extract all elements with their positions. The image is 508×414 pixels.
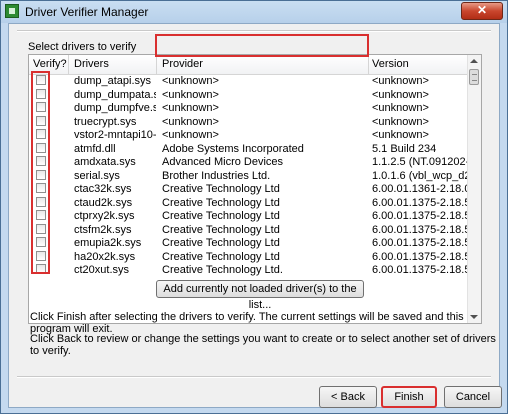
title-bar: Driver Verifier Manager ✕ [1, 1, 507, 23]
table-row[interactable]: atmfd.dll Adobe Systems Incorporated 5.1 B… [29, 142, 469, 157]
driver-name: serial.sys [74, 169, 120, 182]
driver-provider: <unknown> [162, 102, 219, 114]
driver-provider: <unknown> [162, 88, 219, 101]
column-divider[interactable] [156, 55, 157, 74]
driver-provider: Adobe Systems Incorporated [162, 142, 304, 155]
driver-provider: <unknown> [162, 115, 219, 128]
table-row[interactable]: emupia2k.sys Creative Technology Ltd 6.00.… [29, 237, 472, 251]
driver-version: <unknown> [372, 75, 429, 87]
table-row[interactable]: vstor2-mntapi10-sh... <unknown> <unknown> [29, 129, 469, 143]
driver-version: 6.00.01.1375-2.18.56... [372, 237, 472, 249]
driver-name: dump_dumpfve.sys [74, 102, 156, 114]
driver-name: ctprxy2k.sys [74, 210, 135, 222]
table-row[interactable]: amdxata.sys Advanced Micro Devices 1.1.2.5… [29, 156, 472, 170]
driver-name: dump_dumpata.sys [74, 88, 156, 101]
table-row[interactable]: dump_dumpfve.sys <unknown> <unknown> [29, 102, 469, 116]
driver-version: <unknown> [372, 102, 429, 114]
driver-version: 6.00.01.1361-2.18.05... [372, 183, 472, 195]
table-row[interactable]: ctaud2k.sys Creative Technology Ltd 6.00.0… [29, 196, 472, 211]
driver-version: 6.00.01.1375-2.18.56... [372, 264, 472, 276]
section-label: Select drivers to verify [28, 41, 137, 53]
driver-name: ctac32k.sys [74, 183, 132, 195]
table-row[interactable]: truecrypt.sys <unknown> <unknown> [29, 115, 469, 130]
column-header-verify[interactable]: Verify? [33, 58, 67, 70]
driver-version: 6.00.01.1375-2.18.56... [372, 210, 472, 222]
scroll-up-icon[interactable] [470, 59, 478, 63]
driver-name: vstor2-mntapi10-sh... [74, 129, 156, 141]
table-row[interactable]: ctprxy2k.sys Creative Technology Ltd 6.00.… [29, 210, 472, 224]
window-title: Driver Verifier Manager [25, 5, 149, 19]
driver-provider: <unknown> [162, 129, 219, 141]
back-button[interactable]: < Back [319, 386, 377, 408]
driver-name: ct20xut.sys [74, 264, 130, 276]
list-header: Verify? Drivers Provider Version [29, 55, 469, 75]
driver-version: 6.00.01.1375-2.18.56... [372, 223, 472, 236]
app-icon [5, 4, 19, 18]
scroll-thumb[interactable] [469, 69, 479, 85]
driver-name: dump_atapi.sys [74, 75, 152, 87]
driver-provider: Creative Technology Ltd [162, 223, 280, 236]
driver-provider: Creative Technology Ltd [162, 237, 280, 249]
driver-provider: Creative Technology Ltd [162, 210, 280, 222]
provider-header-highlight [155, 34, 369, 57]
driver-version: 6.00.01.1375-2.18.56... [372, 196, 472, 209]
top-divider [17, 30, 491, 32]
finish-button[interactable]: Finish [381, 386, 437, 408]
driver-version: 5.1 Build 234 [372, 142, 437, 155]
driver-version: 6.00.01.1375-2.18.56... [372, 250, 472, 263]
bottom-divider [17, 376, 491, 378]
close-button[interactable]: ✕ [461, 2, 503, 20]
driver-provider: Creative Technology Ltd [162, 183, 280, 195]
driver-name: ha20x2k.sys [74, 250, 136, 263]
driver-provider: Creative Technology Ltd [162, 196, 280, 209]
driver-provider: <unknown> [162, 75, 219, 87]
vertical-scrollbar[interactable] [467, 55, 481, 323]
table-row[interactable]: ha20x2k.sys Creative Technology Ltd 6.00.0… [29, 250, 472, 265]
driver-version: 1.1.2.5 (NT.091202-1... [372, 156, 472, 168]
driver-provider: Advanced Micro Devices [162, 156, 284, 168]
driver-provider: Creative Technology Ltd [162, 250, 280, 263]
column-divider[interactable] [368, 55, 369, 74]
driver-name: truecrypt.sys [74, 115, 137, 128]
driver-version: 1.0.1.6 (vbl_wcp_d2_... [372, 169, 472, 182]
driver-provider: Creative Technology Ltd. [162, 264, 283, 276]
table-row[interactable]: ct20xut.sys Creative Technology Ltd. 6.00.… [29, 264, 472, 278]
list-rows: dump_atapi.sys <unknown> <unknown> dump_du… [29, 75, 472, 278]
dialog-window: Driver Verifier Manager ✕ Select drivers… [0, 0, 508, 414]
column-header-drivers[interactable]: Drivers [74, 58, 109, 70]
table-row[interactable]: serial.sys Brother Industries Ltd. 1.0.1.6… [29, 169, 472, 184]
table-row[interactable]: ctsfm2k.sys Creative Technology Ltd 6.00.0… [29, 223, 472, 238]
driver-version: <unknown> [372, 115, 429, 128]
driver-name: atmfd.dll [74, 142, 116, 155]
driver-name: emupia2k.sys [74, 237, 142, 249]
verify-column-highlight [31, 71, 50, 274]
driver-version: <unknown> [372, 129, 429, 141]
driver-provider: Brother Industries Ltd. [162, 169, 271, 182]
driver-name: amdxata.sys [74, 156, 136, 168]
table-row[interactable]: dump_atapi.sys <unknown> <unknown> [29, 75, 469, 89]
finish-instructions: Click Finish after selecting the drivers… [30, 311, 464, 335]
column-divider[interactable] [68, 55, 69, 74]
table-row[interactable]: ctac32k.sys Creative Technology Ltd 6.00.0… [29, 183, 472, 197]
cancel-button[interactable]: Cancel [444, 386, 502, 408]
dialog-content: Select drivers to verify Verify? Drivers… [8, 23, 502, 408]
column-header-version[interactable]: Version [372, 58, 409, 70]
back-instructions: Click Back to review or change the setti… [30, 333, 496, 357]
driver-name: ctaud2k.sys [74, 196, 133, 209]
driver-name: ctsfm2k.sys [74, 223, 132, 236]
driver-version: <unknown> [372, 88, 429, 101]
table-row[interactable]: dump_dumpata.sys <unknown> <unknown> [29, 88, 469, 103]
add-unloaded-drivers-button[interactable]: Add currently not loaded driver(s) to th… [156, 280, 364, 311]
column-header-provider[interactable]: Provider [162, 58, 203, 70]
